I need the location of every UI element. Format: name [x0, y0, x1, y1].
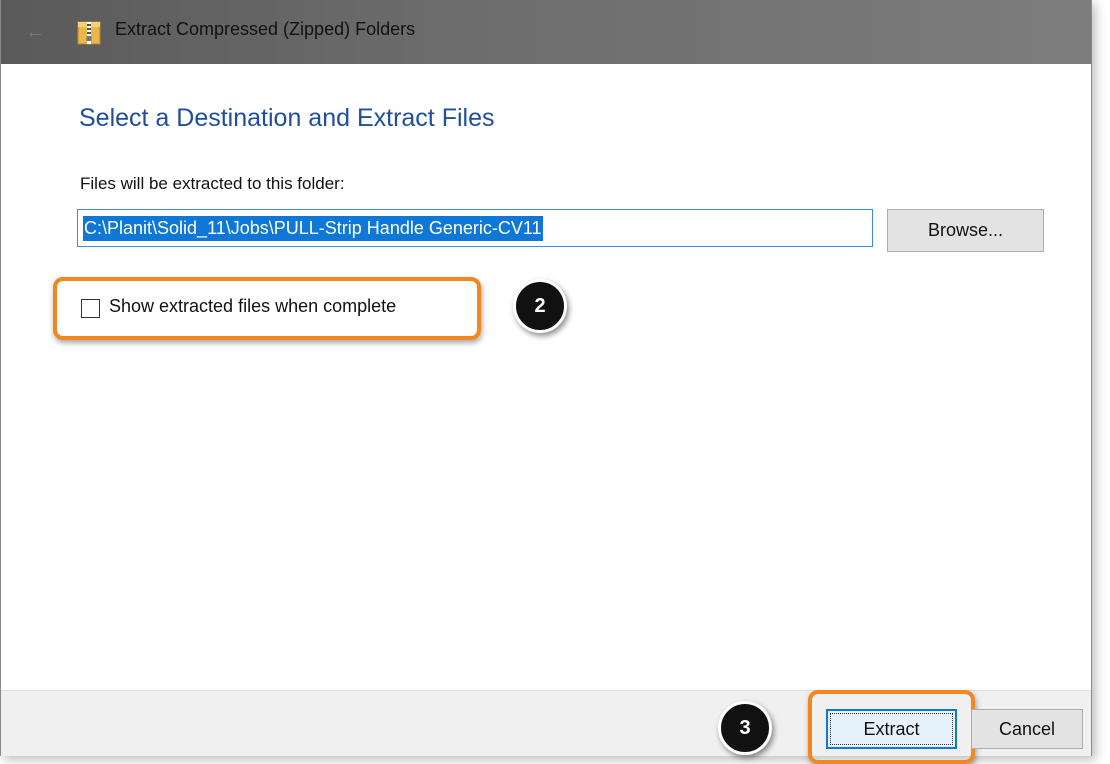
- page-heading: Select a Destination and Extract Files: [79, 104, 495, 132]
- extract-dialog: ← Extract Compressed (Zipped) Folders Se…: [0, 0, 1092, 756]
- show-extracted-files-checkbox[interactable]: [81, 299, 100, 318]
- browse-button[interactable]: Browse...: [887, 209, 1044, 252]
- title-bar: ← Extract Compressed (Zipped) Folders: [1, 0, 1091, 64]
- back-arrow-icon[interactable]: ←: [25, 22, 47, 42]
- destination-label: Files will be extracted to this folder:: [80, 174, 345, 193]
- step-3-badge: 3: [718, 701, 772, 755]
- show-extracted-files-label[interactable]: Show extracted files when complete: [109, 296, 396, 317]
- step-2-badge: 2: [513, 279, 567, 333]
- cancel-button[interactable]: Cancel: [971, 709, 1083, 749]
- extract-button[interactable]: Extract: [826, 709, 957, 749]
- destination-path-input[interactable]: C:\Planit\Solid_11\Jobs\PULL-Strip Handl…: [77, 209, 873, 247]
- destination-path-text: C:\Planit\Solid_11\Jobs\PULL-Strip Handl…: [83, 216, 543, 241]
- zip-folder-icon: [77, 20, 101, 46]
- window-title: Extract Compressed (Zipped) Folders: [115, 19, 416, 39]
